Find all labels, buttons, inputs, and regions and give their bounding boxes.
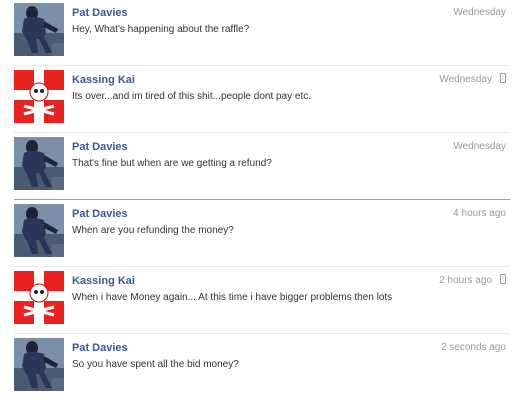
message-item: Kassing Kai 2 hours ago When i have Mone… xyxy=(0,268,524,334)
message-text: When are you refunding the money? xyxy=(72,225,234,236)
pirate-flag-avatar[interactable] xyxy=(14,70,64,123)
sender-name[interactable]: Pat Davies xyxy=(72,7,128,19)
mobile-phone-icon xyxy=(500,73,506,83)
message-text: That's fine but when are we getting a re… xyxy=(72,158,272,169)
message-item: Kassing Kai Wednesday Its over...and im … xyxy=(0,67,524,133)
message-text: When i have Money again... At this time … xyxy=(72,292,393,303)
message-timestamp: Wednesday xyxy=(439,74,492,85)
pat-davies-avatar[interactable] xyxy=(14,338,64,391)
sender-name[interactable]: Pat Davies xyxy=(72,208,128,220)
message-timestamp: 4 hours ago xyxy=(453,208,506,219)
message-item: Pat Davies 4 hours ago When are you refu… xyxy=(0,201,524,267)
message-text: Hey, What's happening about the raffle? xyxy=(72,24,250,35)
sender-name[interactable]: Pat Davies xyxy=(72,342,128,354)
message-timestamp: Wednesday xyxy=(453,141,506,152)
sender-name[interactable]: Kassing Kai xyxy=(72,74,135,86)
message-item: Pat Davies Wednesday That's fine but whe… xyxy=(0,134,524,200)
message-text: Its over...and im tired of this shit...p… xyxy=(72,91,312,102)
mobile-phone-icon xyxy=(500,274,506,284)
message-timestamp: Wednesday xyxy=(453,7,506,18)
sender-name[interactable]: Pat Davies xyxy=(72,141,128,153)
pirate-flag-avatar[interactable] xyxy=(14,271,64,324)
pat-davies-avatar[interactable] xyxy=(14,3,64,56)
message-timestamp: 2 seconds ago xyxy=(440,342,506,353)
message-text: So you have spent all the bid money? xyxy=(72,359,239,370)
message-item: Pat Davies Wednesday Hey, What's happeni… xyxy=(0,0,524,66)
message-item: Pat Davies 2 seconds ago So you have spe… xyxy=(0,335,524,401)
message-timestamp: 2 hours ago xyxy=(439,275,492,286)
pat-davies-avatar[interactable] xyxy=(14,137,64,190)
sender-name[interactable]: Kassing Kai xyxy=(72,275,135,287)
pat-davies-avatar[interactable] xyxy=(14,204,64,257)
